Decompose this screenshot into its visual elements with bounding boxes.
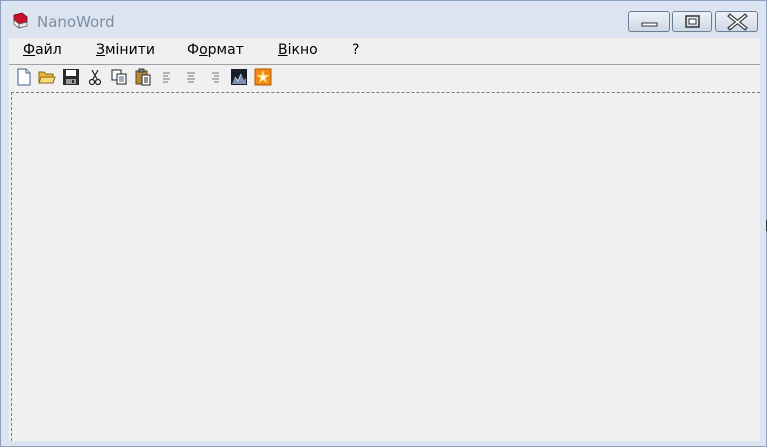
menu-bar: Файл Змінити Формат Вікно ? (9, 38, 760, 63)
align-left-icon[interactable] (158, 68, 176, 86)
menu-help[interactable]: ? (352, 42, 359, 58)
menu-window-accel: В (278, 42, 288, 58)
menu-window-label: ікно (287, 42, 318, 58)
menu-edit[interactable]: Змінити (96, 42, 155, 58)
paste-icon[interactable] (134, 68, 152, 86)
client-area: Файл Змінити Формат Вікно ? (9, 38, 760, 441)
cut-icon[interactable] (86, 68, 104, 86)
maximize-icon (685, 15, 700, 28)
copy-icon[interactable] (110, 68, 128, 86)
menu-file-label: айл (35, 42, 62, 58)
title-bar[interactable]: NanoWord (1, 1, 766, 37)
app-window: NanoWord Файл Змінити Формат Вікно ? (0, 0, 767, 447)
menu-format-label: рмат (207, 42, 244, 58)
minimize-icon (641, 22, 658, 27)
image-icon[interactable] (230, 68, 248, 86)
minimize-button[interactable] (628, 11, 670, 32)
menu-file-accel: Ф (23, 42, 36, 58)
close-button[interactable] (715, 11, 758, 32)
window-title: NanoWord (37, 13, 115, 31)
menu-format-pre: Ф (187, 42, 200, 58)
menu-format[interactable]: Формат (187, 42, 244, 58)
menu-help-label: ? (352, 42, 360, 58)
align-right-icon[interactable] (206, 68, 224, 86)
menu-edit-accel: З (96, 42, 105, 58)
document-editor[interactable] (11, 92, 760, 441)
save-icon[interactable] (62, 68, 80, 86)
toolbar (9, 65, 760, 91)
menu-file[interactable]: Файл (23, 42, 62, 58)
open-folder-icon[interactable] (38, 68, 56, 86)
maximize-button[interactable] (672, 11, 712, 32)
new-document-icon[interactable] (15, 68, 33, 86)
align-center-icon[interactable] (182, 68, 200, 86)
menu-edit-label: мінити (104, 42, 155, 58)
app-icon (13, 12, 28, 29)
menu-window[interactable]: Вікно (278, 42, 318, 58)
close-icon (727, 13, 748, 31)
star-icon[interactable] (254, 68, 272, 86)
menu-format-accel: о (199, 42, 208, 58)
